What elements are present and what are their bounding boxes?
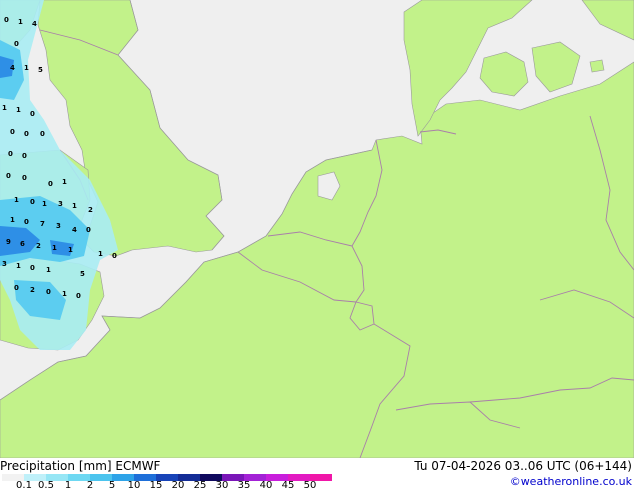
- precip-value-label: 0: [112, 252, 117, 260]
- precip-value-label: 5: [80, 270, 85, 278]
- precip-value-label: 1: [2, 104, 7, 112]
- precip-value-label: 0: [40, 130, 45, 138]
- precip-value-label: 0: [30, 264, 35, 272]
- precip-value-label: 0: [24, 130, 29, 138]
- precip-value-label: 0: [6, 172, 11, 180]
- precip-value-label: 0: [4, 16, 9, 24]
- precip-value-label: 2: [88, 206, 93, 214]
- precip-value-label: 1: [46, 266, 51, 274]
- precip-value-label: 1: [62, 290, 67, 298]
- map-footer: Precipitation [mm] ECMWF Tu 07-04-2026 0…: [0, 458, 634, 491]
- precip-value-label: 0: [8, 150, 13, 158]
- precip-value-label: 1: [52, 244, 57, 252]
- precip-value-label: 5: [38, 66, 43, 74]
- precip-value-label: 0: [22, 174, 27, 182]
- precip-value-label: 0: [30, 110, 35, 118]
- precip-value-label: 3: [58, 200, 63, 208]
- precip-value-label: 1: [16, 262, 21, 270]
- precip-value-label: 2: [30, 286, 35, 294]
- precip-value-label: 0: [24, 218, 29, 226]
- map-canvas: 0 1 404 1 51 1 00 0 00 00 00 11 0 1 3 1 21 0 7 3 4 09 6 2 1 1 1 03 1…: [0, 0, 634, 458]
- precip-value-label: 0: [30, 198, 35, 206]
- precip-value-label: 7: [40, 220, 45, 228]
- precip-value-label: 3: [56, 222, 61, 230]
- precip-value-label: 1: [16, 106, 21, 114]
- precip-value-label: 0: [86, 226, 91, 234]
- precip-legend: 0.1 0.5 1 2 5 10 15 20 25 30 35 40 45 50: [2, 474, 332, 491]
- precip-value-label: 9: [6, 238, 11, 246]
- precip-value-label: 1: [72, 202, 77, 210]
- map-title: Precipitation [mm] ECMWF: [0, 459, 161, 473]
- precip-value-label: 1: [14, 196, 19, 204]
- precip-value-label: 0: [14, 40, 19, 48]
- precip-value-label: 0: [46, 288, 51, 296]
- precip-value-label: 2: [36, 242, 41, 250]
- precip-value-label: 1: [98, 250, 103, 258]
- precip-value-label: 1: [68, 246, 73, 254]
- site-credit-link[interactable]: ©weatheronline.co.uk: [510, 475, 632, 489]
- forecast-run-time: Tu 07-04-2026 03..06 UTC (06+144): [414, 459, 632, 473]
- precip-value-label: 1: [42, 200, 47, 208]
- precip-value-label: 4: [10, 64, 15, 72]
- precip-value-label: 6: [20, 240, 25, 248]
- precip-value-label: 0: [10, 128, 15, 136]
- precip-value-label: 4: [72, 226, 77, 234]
- precip-value-label: 4: [32, 20, 37, 28]
- precip-value-label: 1: [62, 178, 67, 186]
- precip-value-label: 1: [18, 18, 23, 26]
- precip-value-label: 1: [10, 216, 15, 224]
- precip-value-label: 1: [24, 64, 29, 72]
- precip-value-label: 0: [76, 292, 81, 300]
- precip-value-label: 0: [48, 180, 53, 188]
- weather-map: 0140415110000000001101312107340962111031…: [0, 0, 634, 458]
- precip-value-label: 3: [2, 260, 7, 268]
- land-bornholm: [589, 59, 605, 73]
- precip-value-label: 0: [22, 152, 27, 160]
- precip-value-label: 0: [14, 284, 19, 292]
